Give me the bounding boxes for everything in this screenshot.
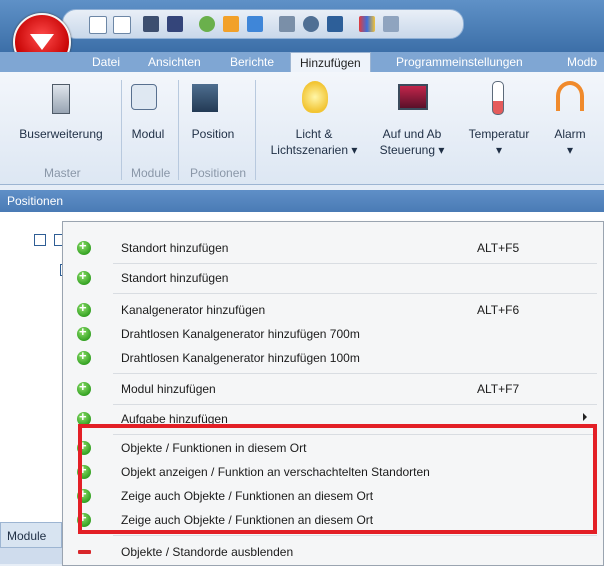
add-icon: [77, 238, 91, 255]
download-icon[interactable]: [247, 16, 263, 32]
tab-hinzufuegen[interactable]: Hinzufügen: [290, 52, 371, 72]
menu-item-hide-objects[interactable]: Objekte / Standorde ausblenden: [63, 540, 603, 564]
light-bulb-icon: [302, 81, 328, 113]
modul-button[interactable]: Modul: [123, 126, 173, 142]
module-panel-header[interactable]: Module: [0, 522, 62, 548]
add-icon: [77, 379, 91, 396]
licht-label: Licht &: [295, 127, 333, 141]
auf-ab-label-2: Steuerung ▾: [379, 143, 445, 157]
tab-programmeinstellungen[interactable]: Programmeinstellungen: [396, 55, 523, 69]
module-panel-title: Module: [7, 529, 47, 543]
temperatur-label: Temperatur: [468, 127, 530, 141]
licht-button[interactable]: Licht & Lichtszenarien ▾: [262, 126, 366, 158]
menu-shortcut: ALT+F6: [477, 303, 520, 317]
menu-item-add-channel-generator[interactable]: Kanalgenerator hinzufügen ALT+F6: [63, 298, 603, 322]
group-master: Master: [44, 166, 81, 180]
auf-ab-button[interactable]: Auf und Ab Steuerung ▾: [372, 126, 452, 158]
menu-item-label: Objekte / Standorde ausblenden: [121, 545, 294, 559]
upload-icon[interactable]: [223, 16, 239, 32]
tab-berichte[interactable]: Berichte: [230, 55, 274, 69]
menu-separator: [113, 373, 597, 374]
menu-item-label: Modul hinzufügen: [121, 382, 216, 396]
add-icon: [77, 348, 91, 365]
add-icon: [77, 300, 91, 317]
new-file-icon[interactable]: [89, 16, 107, 34]
topology-icon[interactable]: [327, 16, 343, 32]
menu-item-add-location[interactable]: Standort hinzufügen ALT+F5: [63, 236, 603, 260]
save-as-icon[interactable]: [167, 16, 183, 32]
menu-shortcut: ALT+F7: [477, 382, 520, 396]
ribbon: Buserweiterung Modul Position Licht & Li…: [0, 72, 604, 185]
menu-item-label: Drahtlosen Kanalgenerator hinzufügen 700…: [121, 327, 360, 341]
refresh-icon[interactable]: [199, 16, 215, 32]
licht-label-2: Lichtszenarien ▾: [270, 143, 358, 157]
menu-item-add-wireless-700m[interactable]: Drahtlosen Kanalgenerator hinzufügen 700…: [63, 322, 603, 346]
menu-item-add-module[interactable]: Modul hinzufügen ALT+F7: [63, 377, 603, 401]
ribbon-separator: [121, 80, 122, 180]
add-icon: [77, 268, 91, 285]
menu-separator: [113, 263, 597, 264]
tab-ansichten[interactable]: Ansichten: [148, 55, 201, 69]
alarm-button[interactable]: Alarm ▾: [544, 126, 596, 158]
minimize-icon[interactable]: [383, 16, 399, 32]
temperatur-button[interactable]: Temperatur ▾: [462, 126, 536, 158]
menu-tab-bar: Datei Ansichten Berichte Hinzufügen Prog…: [0, 52, 604, 72]
positions-panel-header: Positionen: [0, 190, 604, 212]
menu-item-label: Standort hinzufügen: [121, 271, 229, 285]
menu-separator: [113, 535, 597, 536]
submenu-arrow-icon: [583, 413, 587, 421]
position-label: Position: [191, 127, 235, 141]
group-positionen: Positionen: [190, 166, 247, 180]
shutter-icon: [398, 84, 428, 110]
alarm-icon: [556, 81, 584, 111]
ribbon-separator: [255, 80, 256, 180]
thermometer-icon: [492, 81, 504, 115]
color-icon[interactable]: [359, 16, 375, 32]
ribbon-separator: [178, 80, 179, 180]
menu-item-add-location[interactable]: Standort hinzufügen: [63, 266, 603, 290]
module-icon: [131, 84, 157, 110]
wireless-icon[interactable]: [303, 16, 319, 32]
menu-item-label: Drahtlosen Kanalgenerator hinzufügen 100…: [121, 351, 360, 365]
menu-separator: [113, 293, 597, 294]
temperatur-label-2: ▾: [495, 143, 503, 157]
position-button[interactable]: Position: [183, 126, 243, 142]
auf-ab-label: Auf und Ab: [382, 127, 442, 141]
collapse-icon[interactable]: [34, 234, 46, 246]
quick-access-toolbar: [62, 9, 464, 39]
tab-modbus[interactable]: Modb: [567, 55, 597, 69]
menu-separator: [113, 404, 597, 405]
modul-label: Modul: [131, 127, 165, 141]
highlight-box: [78, 424, 597, 534]
save-icon[interactable]: [143, 16, 159, 32]
buserweiterung-label: Buserweiterung: [19, 127, 103, 141]
menu-item-label: Standort hinzufügen: [121, 241, 229, 255]
positions-panel-title: Positionen: [7, 194, 64, 208]
remove-icon: [77, 545, 91, 559]
add-icon: [77, 324, 91, 341]
alarm-label-2: ▾: [566, 143, 574, 157]
network-icon[interactable]: [279, 16, 295, 32]
open-file-icon[interactable]: [113, 16, 131, 34]
alarm-label: Alarm: [554, 127, 586, 141]
tab-datei[interactable]: Datei: [92, 55, 120, 69]
buserweiterung-button[interactable]: Buserweiterung: [5, 126, 117, 142]
menu-shortcut: ALT+F5: [477, 241, 520, 255]
module-panel: [0, 548, 62, 564]
bus-extension-icon: [52, 84, 70, 114]
menu-item-label: Kanalgenerator hinzufügen: [121, 303, 266, 317]
building-icon: [192, 84, 218, 112]
menu-item-add-wireless-100m[interactable]: Drahtlosen Kanalgenerator hinzufügen 100…: [63, 346, 603, 370]
group-module: Module: [131, 166, 171, 180]
